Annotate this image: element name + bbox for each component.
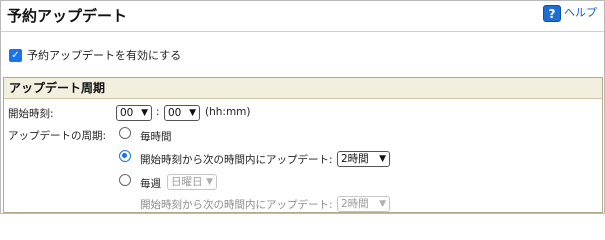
- start-hour-select[interactable]: 00 ▼: [116, 105, 152, 121]
- chevron-down-icon: ▼: [189, 108, 196, 118]
- within-hours-value: 2時間: [341, 153, 369, 165]
- chevron-down-icon: ▼: [379, 199, 386, 209]
- help-label[interactable]: ヘルプ: [564, 4, 597, 20]
- page-title: 予約アップデート: [7, 7, 128, 25]
- panel-header: 予約アップデート ? ヘルプ: [1, 1, 604, 32]
- radio-within-hours-label[interactable]: 開始時刻から次の時間内にアップデート:: [140, 152, 333, 167]
- weekly-within-hours-value: 2時間: [341, 198, 369, 210]
- radio-hourly-label[interactable]: 毎時間: [140, 129, 172, 144]
- start-minute-select[interactable]: 00 ▼: [164, 105, 200, 121]
- time-separator: :: [156, 106, 160, 118]
- update-cycle-label: アップデートの周期:: [8, 130, 107, 142]
- weekly-within-hours-label: 開始時刻から次の時間内にアップデート:: [140, 199, 333, 211]
- help-link[interactable]: ? ヘルプ: [543, 5, 597, 22]
- weekday-select[interactable]: 日曜日 ▼: [167, 174, 217, 190]
- enable-scheduled-update-row[interactable]: ✓ 予約アップデートを有効にする: [9, 47, 181, 63]
- start-minute-value: 00: [168, 107, 182, 119]
- chevron-down-icon: ▼: [206, 177, 213, 187]
- chevron-down-icon: ▼: [141, 108, 148, 118]
- radio-within-hours[interactable]: [119, 150, 131, 162]
- time-format-hint: (hh:mm): [205, 106, 251, 118]
- radio-hourly[interactable]: [119, 127, 131, 139]
- enable-scheduled-update-label[interactable]: 予約アップデートを有効にする: [27, 47, 181, 63]
- section-title: アップデート周期: [4, 78, 602, 99]
- within-hours-select[interactable]: 2時間 ▼: [337, 151, 390, 167]
- start-time-label: 開始時刻:: [8, 108, 54, 120]
- radio-weekly-label[interactable]: 毎週: [140, 176, 161, 191]
- weekday-value: 日曜日: [171, 176, 203, 188]
- weekly-within-hours-select[interactable]: 2時間 ▼: [337, 196, 390, 212]
- enable-scheduled-update-checkbox[interactable]: ✓: [9, 48, 22, 62]
- update-cycle-section: アップデート周期 開始時刻: 00 ▼ : 00 ▼ (hh:mm) アップデー…: [3, 77, 603, 213]
- start-hour-value: 00: [120, 107, 134, 119]
- chevron-down-icon: ▼: [379, 154, 386, 164]
- scheduled-update-panel: 予約アップデート ? ヘルプ ✓ 予約アップデートを有効にする アップデート周期…: [0, 0, 605, 214]
- radio-weekly[interactable]: [119, 174, 131, 186]
- help-icon[interactable]: ?: [543, 5, 561, 22]
